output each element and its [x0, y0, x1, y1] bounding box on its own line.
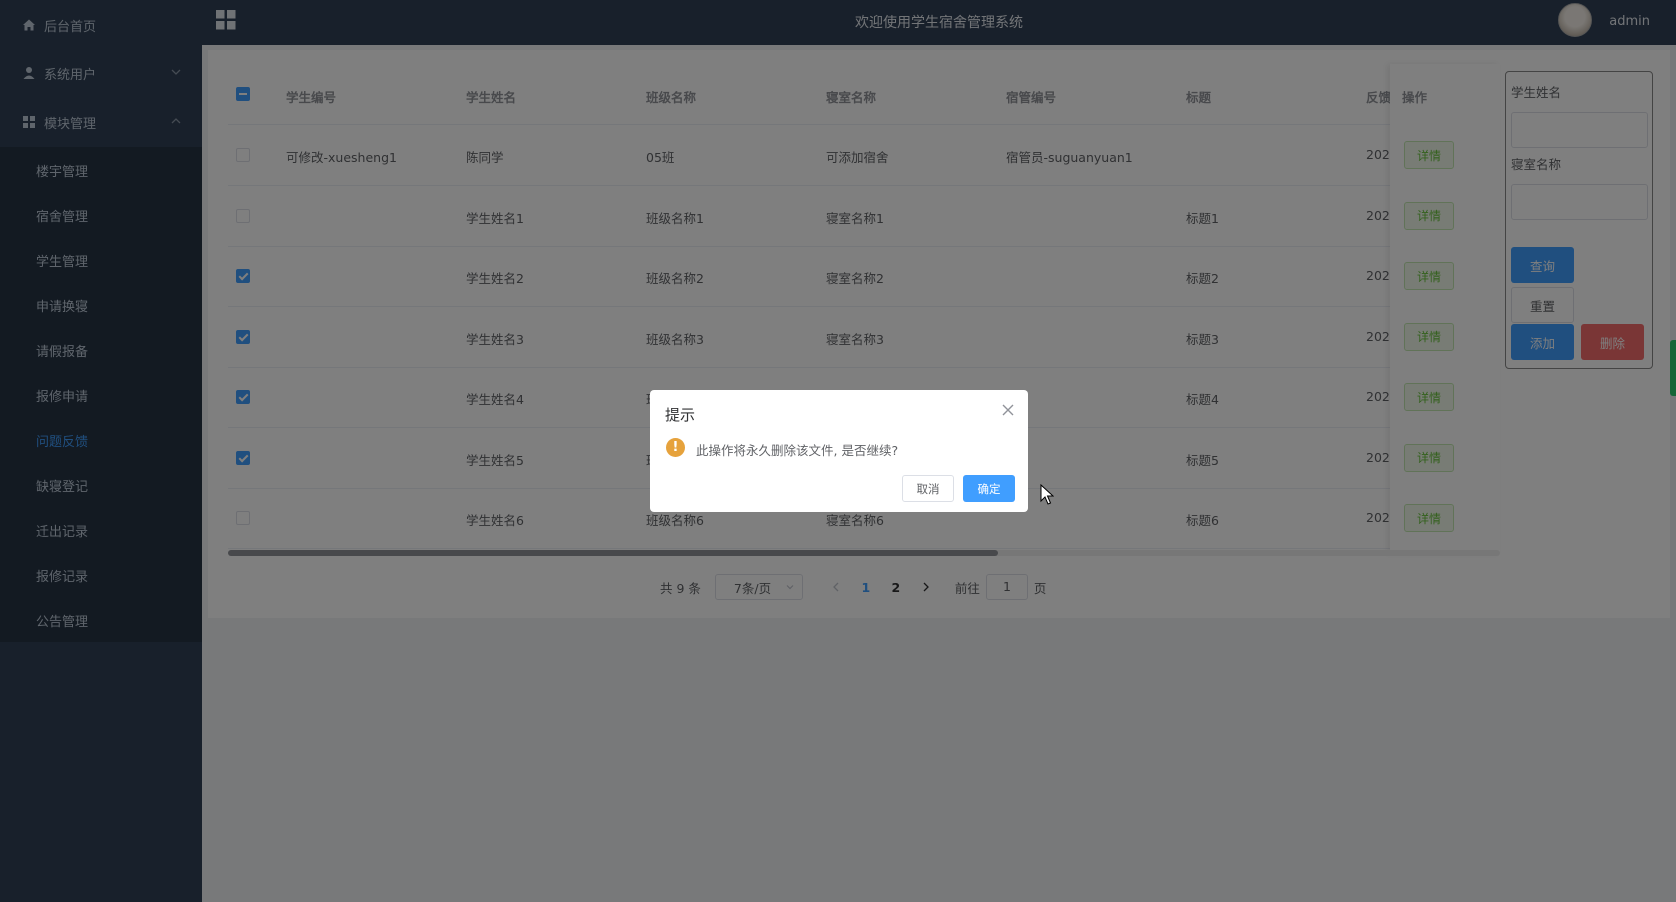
mouse-cursor-icon: [1040, 484, 1054, 505]
warning-icon: !: [666, 438, 685, 457]
confirm-button[interactable]: 确定: [963, 475, 1015, 502]
cancel-button[interactable]: 取消: [902, 475, 954, 502]
dialog-message: 此操作将永久删除该文件, 是否继续?: [696, 443, 899, 458]
dialog-title: 提示: [665, 406, 696, 424]
close-icon[interactable]: [1002, 404, 1014, 416]
confirm-dialog: 提示 ! 此操作将永久删除该文件, 是否继续? 取消 确定: [650, 390, 1028, 512]
